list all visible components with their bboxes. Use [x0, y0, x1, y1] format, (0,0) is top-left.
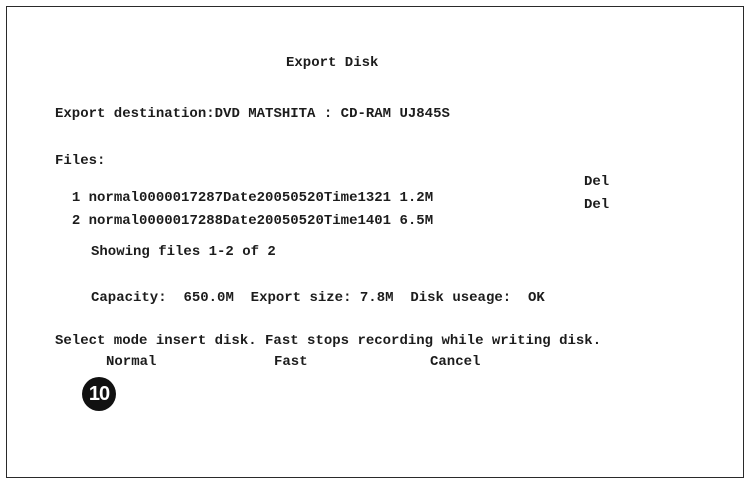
file-name: normal0000017288Date20050520Time1401	[88, 213, 392, 229]
export-size-label: Export size:	[250, 290, 352, 306]
file-row: 2 normal0000017288Date20050520Time1401 6…	[55, 197, 433, 229]
capacity-value: 650.0M	[183, 290, 234, 306]
export-disk-dialog	[6, 6, 744, 478]
select-mode-message: Select mode insert disk. Fast stops reco…	[55, 333, 602, 349]
disk-usage-value: OK	[527, 290, 545, 306]
export-destination-value: DVD MATSHITA : CD-RAM UJ845S	[214, 106, 450, 122]
export-destination-label: Export destination:	[55, 106, 215, 122]
delete-file-1-button[interactable]: Del	[584, 174, 609, 190]
export-destination: Export destination:DVD MATSHITA : CD-RAM…	[55, 106, 450, 122]
callout-number-badge: 10	[82, 377, 116, 411]
cancel-button[interactable]: Cancel	[430, 354, 480, 370]
disk-usage-label: Disk useage:	[410, 290, 512, 306]
showing-files-text: Showing files 1-2 of 2	[91, 244, 276, 260]
normal-mode-button[interactable]: Normal	[106, 354, 156, 370]
capacity-summary: Capacity: 650.0M Export size: 7.8M Disk …	[91, 290, 545, 306]
fast-mode-button[interactable]: Fast	[274, 354, 308, 370]
file-size: 6.5M	[399, 213, 434, 229]
capacity-label: Capacity:	[91, 290, 167, 306]
delete-file-2-button[interactable]: Del	[584, 197, 609, 213]
export-size-value: 7.8M	[359, 290, 394, 306]
file-index: 2	[71, 213, 81, 229]
files-label: Files:	[55, 153, 106, 169]
dialog-title: Export Disk	[286, 55, 379, 71]
